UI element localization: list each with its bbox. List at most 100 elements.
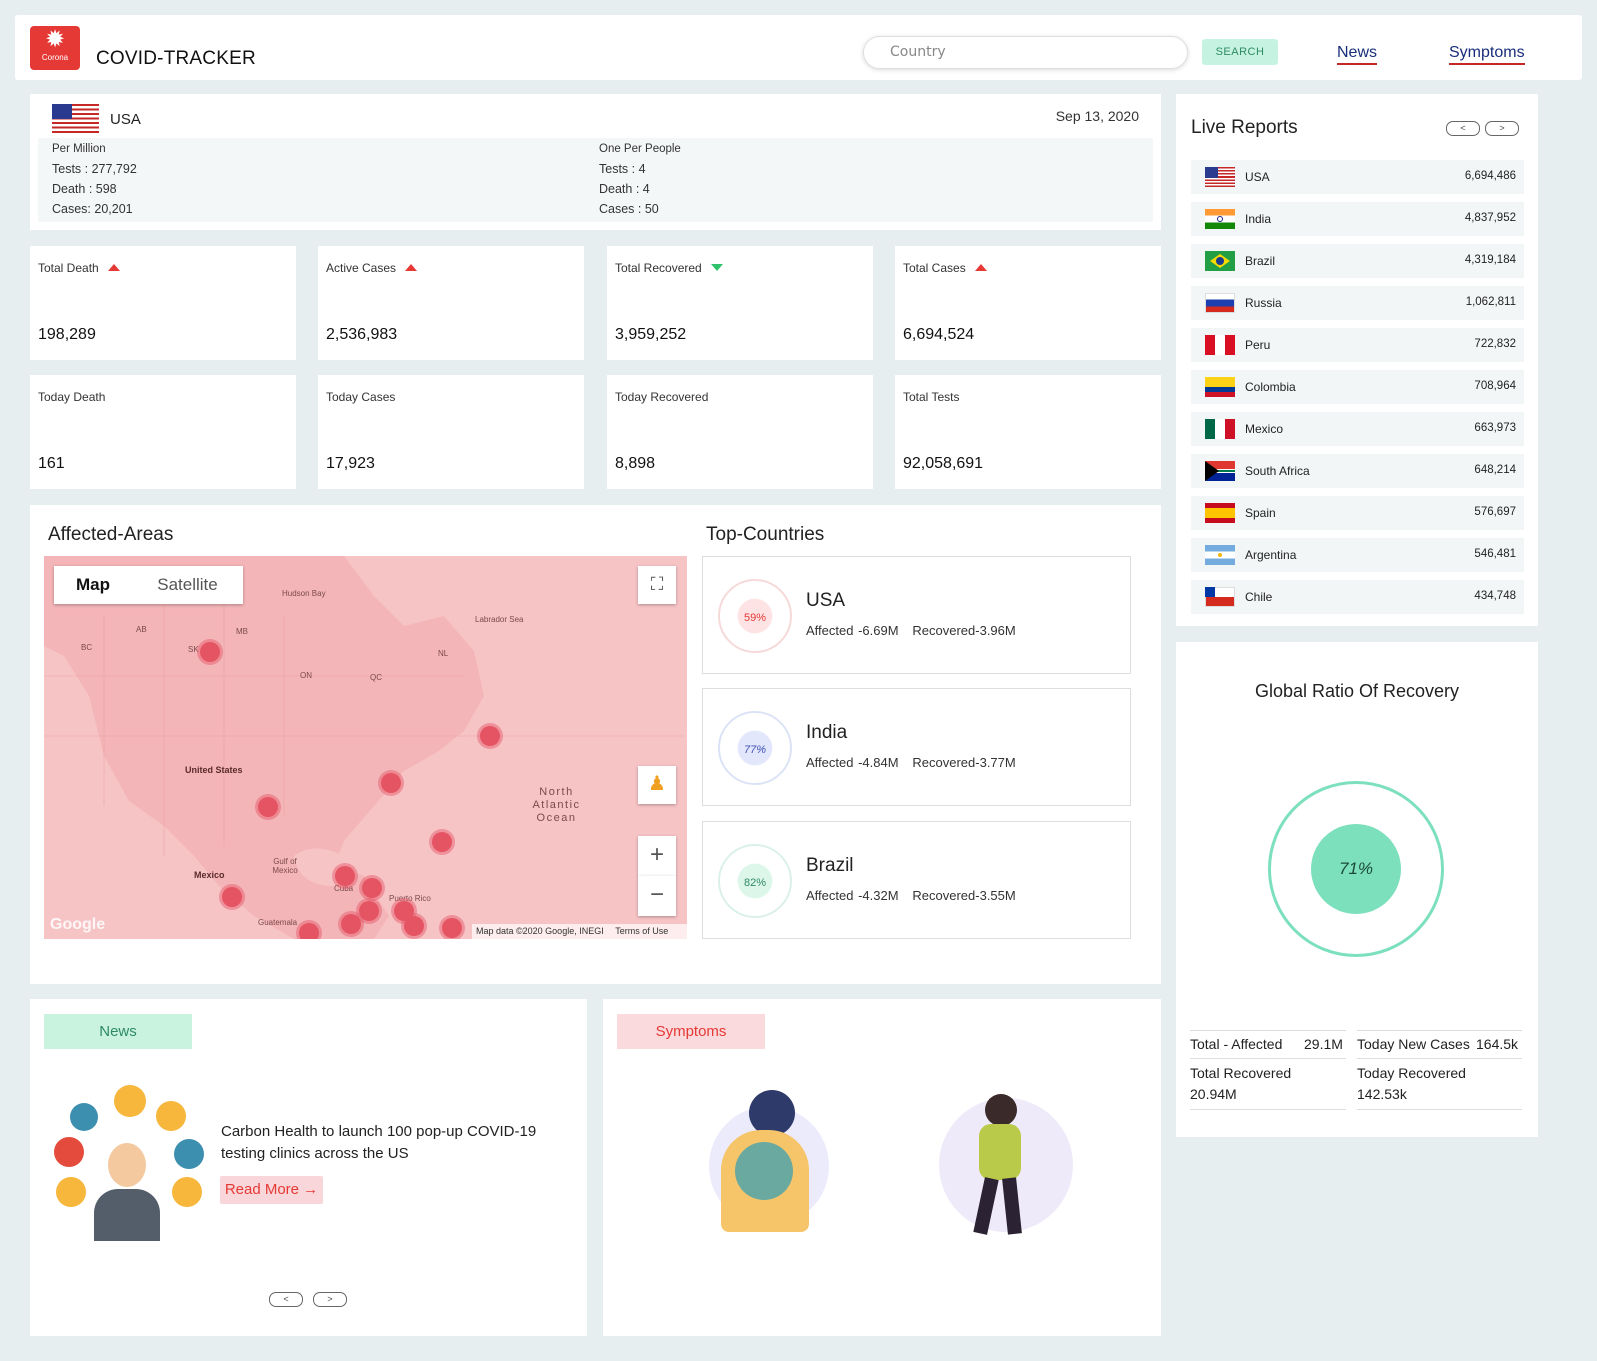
hotspot-virus-icon[interactable] [442, 918, 462, 938]
reporter-illustration [48, 1081, 208, 1241]
brazil-flag-icon [1205, 251, 1235, 271]
map-label-united-states: United States [185, 765, 243, 775]
news-tab[interactable]: News [44, 1014, 192, 1049]
affected-areas-title: Affected-Areas [48, 524, 174, 545]
live-next-button[interactable]: > [1485, 121, 1519, 136]
country-search-input[interactable]: Country [863, 36, 1188, 69]
hotspot-virus-icon[interactable] [404, 916, 424, 936]
live-row-south-africa[interactable]: South Africa 648,214 [1191, 454, 1524, 488]
live-row-colombia[interactable]: Colombia 708,964 [1191, 370, 1524, 404]
hotspot-virus-icon[interactable] [258, 797, 278, 817]
ratio-ring: 82% [718, 844, 792, 918]
terms-of-use-link[interactable]: Terms of Use [615, 926, 668, 936]
virus-gear-icon: ✹ [44, 26, 66, 53]
tab-map[interactable]: Map [54, 566, 132, 604]
map-label-gulf: Gulf of Mexico [272, 857, 298, 875]
south-africa-flag-icon [1205, 461, 1235, 481]
today-new-cases-value: 164.5k [1476, 1036, 1519, 1052]
india-flag-icon [1205, 209, 1235, 229]
live-row-russia[interactable]: Russia 1,062,811 [1191, 286, 1524, 320]
reporter-head [108, 1143, 146, 1187]
zoom-in-button[interactable]: + [638, 836, 676, 876]
zoom-out-button[interactable]: − [638, 876, 676, 916]
live-country-name: Colombia [1245, 380, 1296, 394]
hotspot-virus-icon[interactable] [381, 773, 401, 793]
top-country-card[interactable]: 77% India Affected -4.84M Recovered-3.77… [702, 688, 1131, 806]
stat-label: Today Death [38, 390, 106, 404]
stat-total-death: Total Death 198,289 [30, 246, 296, 360]
total-affected-label: Total - Affected [1190, 1036, 1283, 1052]
live-country-name: Spain [1245, 506, 1276, 520]
affected-map[interactable]: Map Satellite ⛶ ♟ + − Hudson Bay Labrado… [44, 556, 687, 939]
brand-title: COVID-TRACKER [96, 48, 256, 69]
hotspot-virus-icon[interactable] [359, 901, 379, 921]
map-credit: Map data ©2020 Google, INEGI [476, 926, 604, 936]
stat-label: Today Recovered [615, 390, 709, 404]
ratio-ring: 59% [718, 579, 792, 653]
hotspot-virus-icon[interactable] [432, 832, 452, 852]
live-row-india[interactable]: India 4,837,952 [1191, 202, 1524, 236]
live-reports-title: Live Reports [1191, 117, 1298, 138]
trend-up-icon [107, 264, 120, 271]
top-countries-title: Top-Countries [706, 524, 825, 545]
satellite-dish-icon [54, 1137, 84, 1167]
live-row-argentina[interactable]: Argentina 546,481 [1191, 538, 1524, 572]
search-button[interactable]: SEARCH [1202, 39, 1278, 65]
one-per-people-death: Death : 4 [599, 182, 650, 196]
hotspot-virus-icon[interactable] [200, 642, 220, 662]
hotspot-virus-icon[interactable] [480, 726, 500, 746]
top-country-card[interactable]: 59% USA Affected -6.69M Recovered-3.96M [702, 556, 1131, 674]
total-affected-value: 29.1M [1304, 1036, 1343, 1052]
top-country-card[interactable]: 82% Brazil Affected -4.32M Recovered-3.5… [702, 821, 1131, 939]
total-recovered-value: 20.94M [1190, 1086, 1237, 1102]
news-prev-button[interactable]: < [269, 1292, 303, 1307]
per-million-title: Per Million [52, 143, 106, 155]
live-country-count: 708,964 [1474, 380, 1516, 392]
live-country-count: 1,062,811 [1465, 296, 1516, 308]
hotspot-virus-icon[interactable] [299, 923, 319, 939]
stat-value: 8,898 [615, 455, 656, 472]
hotspot-virus-icon[interactable] [335, 866, 355, 886]
live-prev-button[interactable]: < [1446, 121, 1480, 136]
total-recovered-label: Total Recovered [1190, 1065, 1292, 1081]
today-recovered-label: Today Recovered [1357, 1065, 1466, 1081]
cough-illustration [699, 1086, 834, 1236]
affected-areas-card: Affected-Areas Map Satellite ⛶ ♟ + − Hud… [30, 505, 1161, 984]
live-row-usa[interactable]: USA 6,694,486 [1191, 160, 1524, 194]
stat-label: Total Recovered [615, 261, 702, 275]
map-label-labrador-sea: Labrador Sea [475, 615, 524, 624]
live-country-name: USA [1245, 170, 1270, 184]
nav-symptoms-link[interactable]: Symptoms [1449, 44, 1525, 65]
fullscreen-icon[interactable]: ⛶ [638, 566, 676, 604]
pegman-icon[interactable]: ♟ [638, 766, 676, 804]
nav-news-link[interactable]: News [1337, 44, 1378, 65]
news-next-button[interactable]: > [313, 1292, 347, 1307]
newspaper-icon [174, 1139, 204, 1169]
live-row-peru[interactable]: Peru 722,832 [1191, 328, 1524, 362]
map-attribution: Map data ©2020 Google, INEGI Terms of Us… [472, 924, 687, 939]
today-new-cases-label: Today New Cases [1357, 1036, 1470, 1052]
live-row-brazil[interactable]: Brazil 4,319,184 [1191, 244, 1524, 278]
top-header: ✹ Corona COVID-TRACKER Country SEARCH Ne… [15, 15, 1582, 80]
hotspot-virus-icon[interactable] [341, 914, 361, 934]
spain-flag-icon [1205, 503, 1235, 523]
logo[interactable]: ✹ Corona [30, 26, 80, 70]
live-country-count: 4,837,952 [1464, 212, 1516, 224]
stat-today-recovered: Today Recovered 8,898 [607, 375, 873, 489]
symptoms-tab[interactable]: Symptoms [617, 1014, 765, 1049]
tv-icon [114, 1085, 146, 1117]
live-row-chile[interactable]: Chile 434,748 [1191, 580, 1524, 614]
top-country-recovered: Recovered-3.55M [912, 888, 1016, 903]
stat-label: Total Cases [903, 261, 966, 275]
logo-text: Corona [41, 53, 69, 62]
tab-satellite[interactable]: Satellite [132, 566, 243, 604]
stat-active-cases: Active Cases 2,536,983 [318, 246, 584, 360]
live-row-mexico[interactable]: Mexico 663,973 [1191, 412, 1524, 446]
one-per-people-title: One Per People [599, 143, 681, 155]
read-more-button[interactable]: Read More → [220, 1176, 323, 1204]
news-headline[interactable]: Carbon Health to launch 100 pop-up COVID… [221, 1121, 561, 1165]
live-row-spain[interactable]: Spain 576,697 [1191, 496, 1524, 530]
per-million-death: Death : 598 [52, 182, 117, 196]
hotspot-virus-icon[interactable] [362, 878, 382, 898]
hotspot-virus-icon[interactable] [222, 887, 242, 907]
